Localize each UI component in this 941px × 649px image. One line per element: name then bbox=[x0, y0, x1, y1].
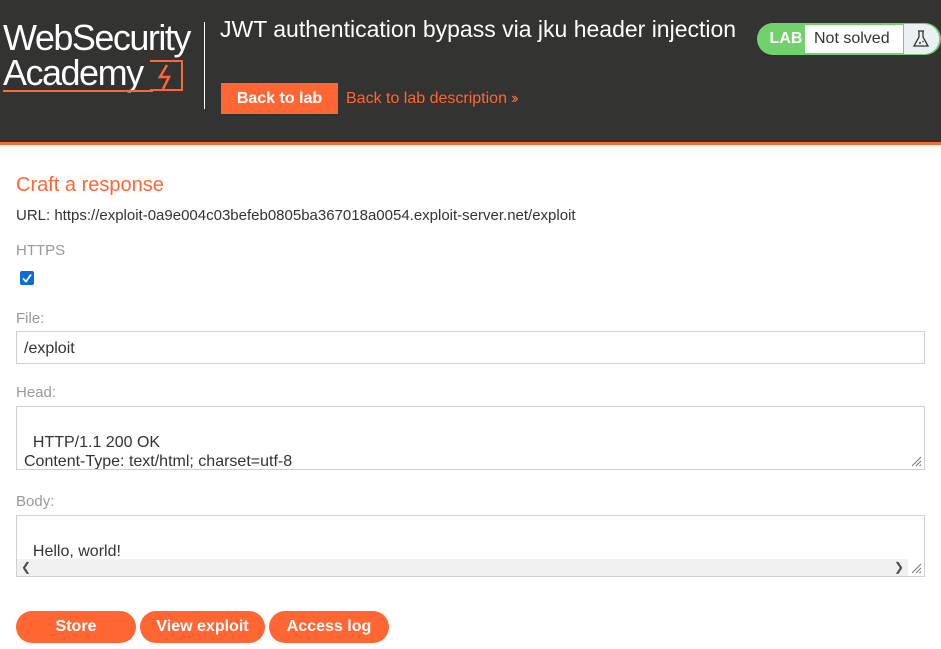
store-button[interactable]: Store bbox=[16, 611, 136, 643]
head-textarea-value: HTTP/1.1 200 OK Content-Type: text/html;… bbox=[24, 434, 293, 470]
https-checkbox[interactable] bbox=[20, 271, 34, 285]
scroll-right-icon[interactable]: ❯ bbox=[894, 560, 904, 575]
body-textarea[interactable]: Hello, world! ❮ ❯ bbox=[16, 515, 925, 577]
lab-title: JWT authentication bypass via jku header… bbox=[220, 16, 737, 42]
access-log-button[interactable]: Access log bbox=[269, 611, 389, 643]
head-textarea[interactable]: HTTP/1.1 200 OK Content-Type: text/html;… bbox=[16, 406, 925, 470]
back-to-lab-button[interactable]: Back to lab bbox=[221, 83, 338, 114]
lab-status-inner: Not solved bbox=[805, 24, 939, 54]
lab-status-badge: LAB bbox=[769, 30, 803, 47]
logo-underline bbox=[3, 90, 153, 92]
body-textarea-value: Hello, world! bbox=[32, 543, 121, 560]
head-label: Head: bbox=[16, 384, 57, 401]
back-to-lab-description-link[interactable]: Back to lab description ›› bbox=[346, 89, 518, 108]
header-accent-bar bbox=[0, 142, 941, 145]
file-input[interactable]: /exploit bbox=[16, 331, 925, 364]
lab-status-text: Not solved bbox=[814, 30, 890, 47]
site-header: WebSecurity Academy JWT authentication b… bbox=[0, 0, 941, 142]
file-label: File: bbox=[16, 310, 45, 327]
flask-icon bbox=[903, 24, 939, 54]
header-divider bbox=[204, 22, 205, 109]
resize-handle-icon[interactable] bbox=[910, 562, 922, 574]
lab-status-widget: LAB Not solved bbox=[757, 23, 941, 55]
resize-handle-icon[interactable] bbox=[910, 455, 922, 467]
checkmark-icon bbox=[22, 273, 32, 283]
https-label: HTTPS bbox=[16, 242, 66, 259]
lightning-bolt-icon bbox=[150, 60, 183, 91]
horizontal-scrollbar[interactable]: ❮ ❯ bbox=[17, 559, 908, 576]
exploit-url: URL: https://exploit-0a9e004c03befeb0805… bbox=[16, 207, 576, 224]
scroll-left-icon[interactable]: ❮ bbox=[21, 560, 31, 575]
back-to-lab-description-label: Back to lab description bbox=[346, 90, 507, 107]
double-chevron-right-icon: ›› bbox=[510, 90, 518, 107]
web-security-academy-logo[interactable]: WebSecurity Academy bbox=[3, 18, 203, 98]
body-label: Body: bbox=[16, 493, 55, 510]
view-exploit-button[interactable]: View exploit bbox=[140, 611, 265, 643]
logo-text-line2: Academy bbox=[3, 52, 144, 93]
section-title: Craft a response bbox=[16, 174, 164, 196]
